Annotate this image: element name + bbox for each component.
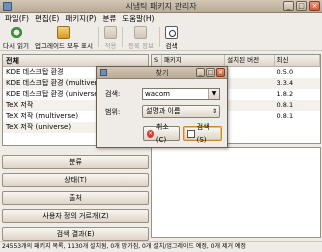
custom-filters-button[interactable]: 사용자 정의 거르개(Z)	[2, 209, 149, 223]
reload-icon	[9, 26, 23, 39]
search-label: 검색	[165, 42, 178, 50]
search-button[interactable]: 검색	[162, 25, 181, 50]
cancel-button[interactable]: × 취소(C)	[143, 123, 180, 144]
latest-version: 1.8.2	[276, 90, 294, 98]
dialog-close-button[interactable]: ×	[216, 68, 225, 77]
menu-package[interactable]: 패키지(P)	[62, 13, 99, 25]
column-status[interactable]: S	[152, 55, 162, 66]
sections-button[interactable]: 분류	[2, 155, 149, 169]
toolbar: 다시 읽기 업그레이드 모두 표시 적용 등록 정보 검색	[0, 25, 322, 51]
column-package[interactable]: 패키지	[162, 55, 226, 66]
find-label: 검색(S)	[196, 122, 210, 144]
dialog-title-bar: 찾기 _ □ ×	[97, 67, 227, 79]
reload-button[interactable]: 다시 읽기	[0, 25, 32, 50]
apply-label: 적용	[104, 42, 117, 50]
reload-label: 다시 읽기	[3, 42, 29, 50]
find-icon	[187, 129, 195, 138]
minimize-button[interactable]: _	[283, 1, 294, 11]
search-icon	[164, 26, 178, 39]
apply-icon	[103, 26, 117, 39]
latest-version: 0.8.1	[276, 101, 294, 109]
title-bar: 시냅틱 패키지 관리자 _ □ ×	[0, 0, 322, 13]
apply-button[interactable]: 적용	[101, 25, 120, 50]
search-results-button[interactable]: 검색 결과(E)	[2, 227, 149, 241]
updown-arrows-icon: ⇕	[211, 108, 217, 115]
chevron-down-icon[interactable]: ▼	[208, 89, 219, 99]
upgrade-all-button[interactable]: 업그레이드 모두 표시	[32, 25, 96, 50]
column-latest[interactable]: 최신	[275, 55, 320, 66]
menu-sections[interactable]: 분류	[99, 13, 119, 25]
menu-file[interactable]: 파일(F)	[2, 13, 32, 25]
scope-select[interactable]: 설명과 이름 ⇕	[142, 105, 220, 118]
properties-button[interactable]: 등록 정보	[125, 25, 157, 50]
description-pane	[151, 147, 321, 238]
toolbar-separator	[97, 27, 99, 47]
latest-version: 0.5.0	[276, 68, 294, 76]
menu-bar: 파일(F) 편집(E) 패키지(P) 분류 도움말(H)	[0, 13, 322, 25]
status-button[interactable]: 상태(T)	[2, 173, 149, 187]
properties-icon	[134, 26, 148, 39]
toolbar-separator	[121, 27, 123, 47]
toolbar-separator	[158, 27, 160, 47]
search-field-label: 검색:	[105, 90, 121, 98]
dialog-maximize-button[interactable]: □	[206, 68, 215, 77]
latest-version: 0.8.1	[276, 112, 294, 120]
search-input[interactable]	[143, 89, 207, 99]
menu-help[interactable]: 도움말(H)	[119, 13, 157, 25]
upgrade-label: 업그레이드 모두 표시	[35, 42, 93, 50]
column-installed[interactable]: 설치된 버전	[225, 55, 275, 66]
upgrade-icon	[57, 26, 71, 39]
scope-value: 설명과 이름	[146, 107, 181, 115]
window-title: 시냅틱 패키지 관리자	[125, 2, 197, 11]
cancel-label: 취소(C)	[155, 122, 169, 144]
maximize-button[interactable]: □	[296, 1, 307, 11]
search-combo[interactable]: ▼	[142, 88, 220, 100]
menu-edit[interactable]: 편집(E)	[32, 13, 62, 25]
dialog-minimize-button[interactable]: _	[196, 68, 205, 77]
scope-field-label: 범위:	[105, 108, 121, 116]
latest-version: 3.3.4	[276, 79, 294, 87]
origin-button[interactable]: 출처	[2, 191, 149, 205]
close-button[interactable]: ×	[309, 1, 320, 11]
properties-label: 등록 정보	[127, 42, 154, 50]
status-bar: 24553개의 패키지 목록, 1130개 설치됨, 0개 망가짐, 0개 설치…	[0, 241, 322, 252]
find-dialog: 찾기 _ □ × 검색: ▼ 범위: 설명과 이름 ⇕ × 취소(C) 검색(S…	[96, 66, 228, 148]
cancel-icon: ×	[147, 129, 154, 138]
find-button[interactable]: 검색(S)	[183, 123, 222, 144]
